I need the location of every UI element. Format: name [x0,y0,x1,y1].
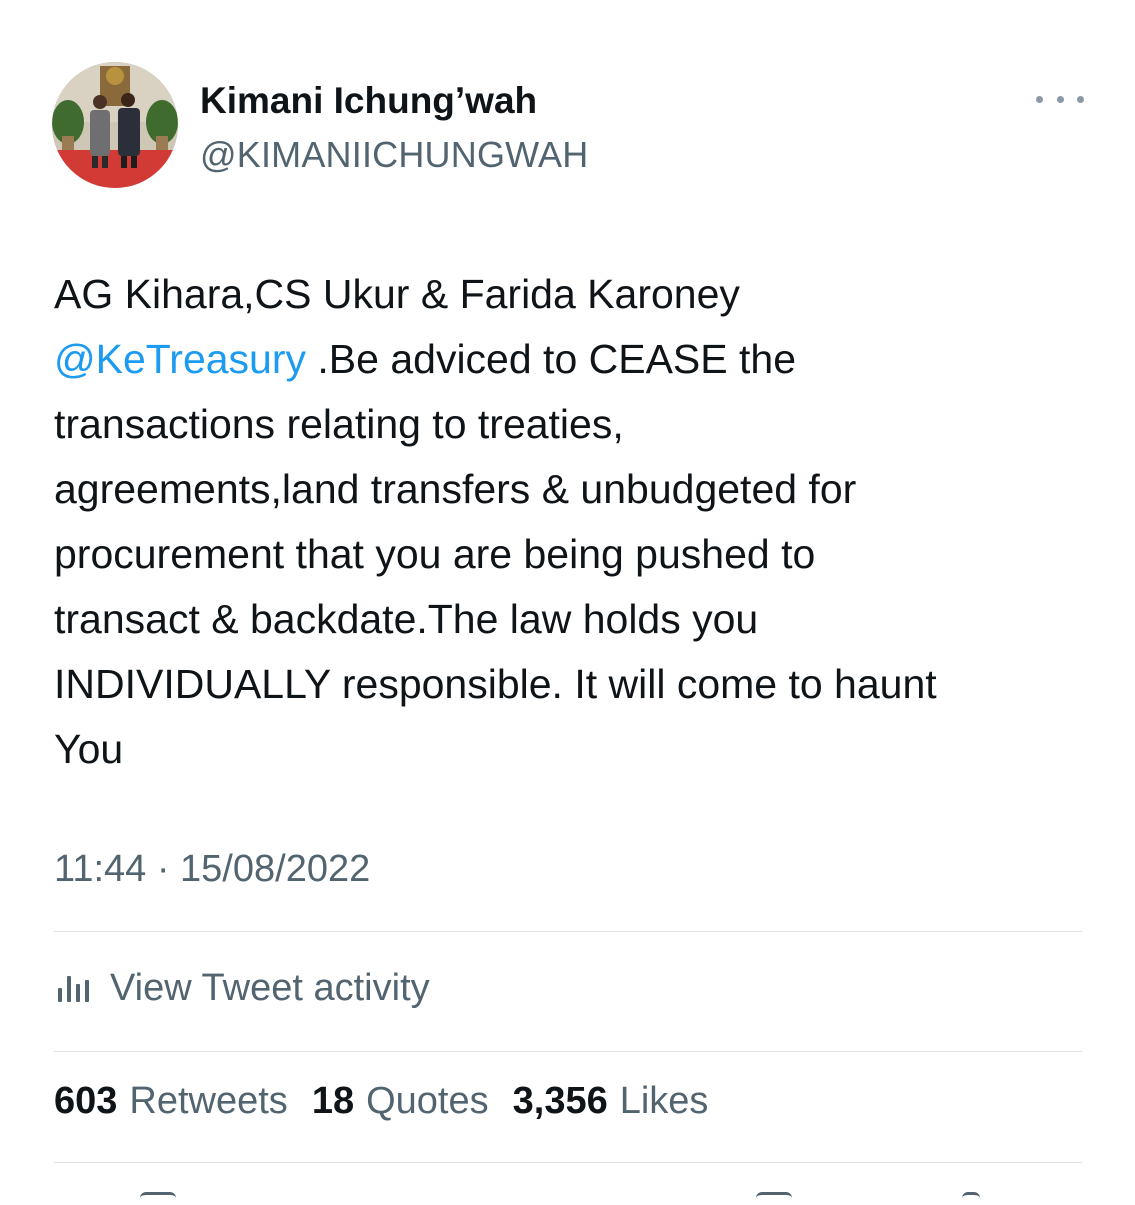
retweets-count: 603 [54,1080,118,1122]
reply-icon[interactable] [140,1192,176,1205]
tweet-text: AG Kihara,CS Ukur & Farida Karoney @KeTr… [54,262,1114,782]
tweet-line: INDIVIDUALLY responsible. It will come t… [54,661,937,707]
tweet-line: agreements,land transfers & unbudgeted f… [54,466,857,512]
tweet-line: AG Kihara,CS Ukur & Farida Karoney [54,271,740,317]
divider [54,1162,1082,1163]
more-dot [1077,95,1084,103]
tweet-line: @KeTreasury .Be adviced to CEASE the [54,327,1114,392]
author-name[interactable]: Kimani Ichung’wah [200,80,537,122]
engagement-stats: 603 Retweets 18 Quotes 3,356 Likes [54,1080,732,1123]
more-dot [1056,95,1064,103]
retweets-label: Retweets [129,1080,288,1122]
quotes-count: 18 [311,1080,355,1122]
quotes-label: Quotes [366,1080,489,1122]
tweet-timestamp[interactable]: 11:44 · 15/08/2022 [54,848,370,891]
likes-label: Likes [619,1080,709,1122]
view-tweet-activity-button[interactable]: View Tweet activity [54,960,430,1016]
mention-link[interactable]: @KeTreasury [54,336,306,382]
likes-stat[interactable]: 3,356 Likes [513,1080,709,1123]
bookmark-icon[interactable] [756,1192,792,1205]
share-icon[interactable] [962,1192,980,1205]
tweet-line: transact & backdate.The law holds you [54,596,759,642]
likes-count: 3,356 [512,1080,608,1122]
more-dot [1036,95,1043,103]
quotes-stat[interactable]: 18 Quotes [312,1080,489,1123]
retweets-stat[interactable]: 603 Retweets [54,1080,288,1123]
avatar[interactable] [52,62,178,188]
avatar-image [52,62,178,188]
action-bar [0,1188,1135,1200]
tweet-line-text: .Be adviced to CEASE the [306,336,797,382]
divider [54,1051,1082,1052]
divider [54,931,1082,932]
tweet-line: procurement that you are being pushed to [54,531,816,577]
more-options-icon[interactable] [1036,86,1084,112]
tweet-line: You [54,726,124,772]
author-handle[interactable]: @KIMANIICHUNGWAH [200,134,588,176]
tweet-line: transactions relating to treaties, [54,401,624,447]
bar-chart-icon [58,974,94,1002]
activity-label: View Tweet activity [110,966,430,1009]
